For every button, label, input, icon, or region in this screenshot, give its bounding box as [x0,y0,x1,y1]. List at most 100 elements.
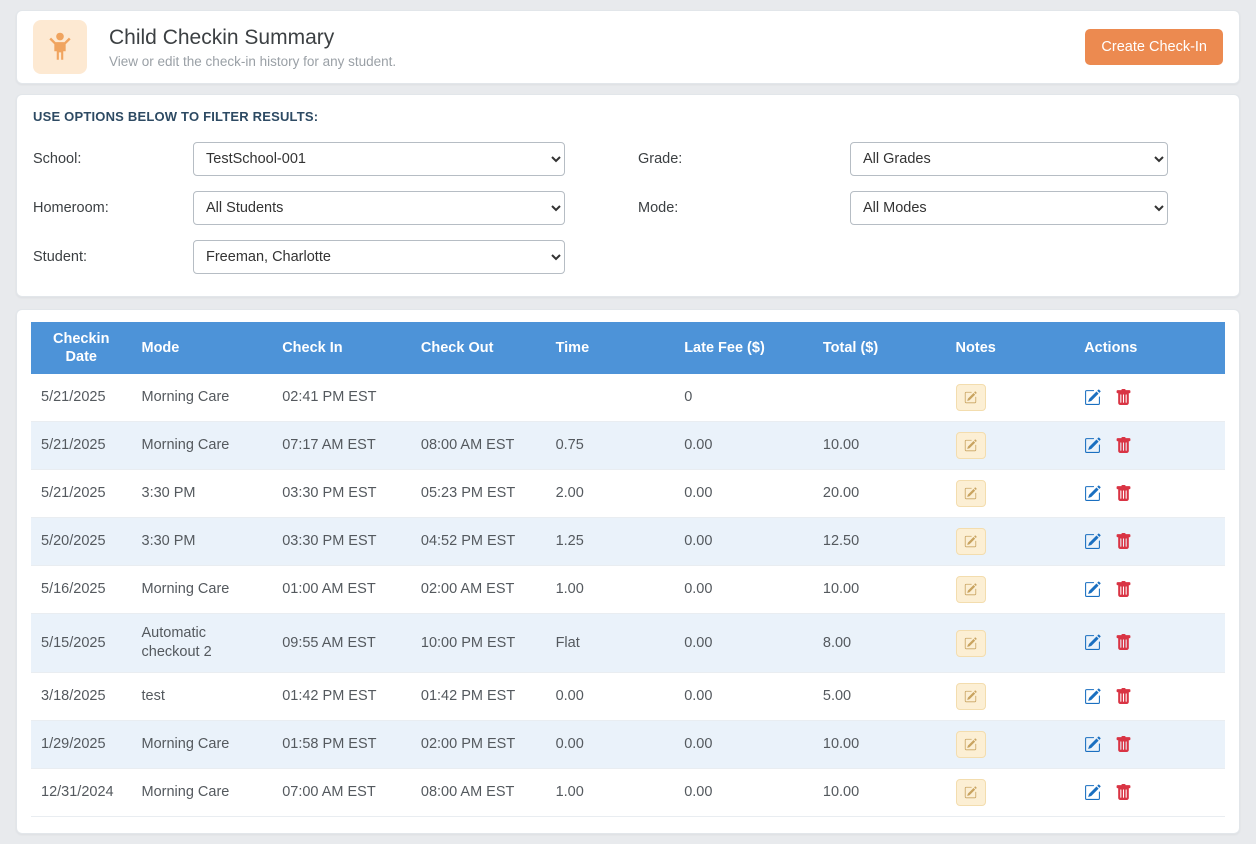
delete-button[interactable] [1115,634,1132,651]
edit-button[interactable] [1084,389,1101,406]
check-out-cell: 02:00 AM EST [411,566,546,614]
pencil-square-icon [964,487,977,500]
column-header-total: Total ($) [813,322,946,374]
table-row: 5/20/20253:30 PM03:30 PM EST04:52 PM EST… [31,518,1225,566]
actions-cell [1074,374,1225,422]
trash-icon [1115,581,1132,598]
check-out-cell: 08:00 AM EST [411,422,546,470]
page-title: Child Checkin Summary [109,26,396,50]
trash-icon [1115,389,1132,406]
grade-select[interactable]: All Grades [850,142,1168,176]
notes-cell [946,720,1075,768]
edit-button[interactable] [1084,437,1101,454]
mode-cell: test [132,672,273,720]
actions-cell [1074,566,1225,614]
edit-button[interactable] [1084,634,1101,651]
page-subtitle: View or edit the check-in history for an… [109,54,396,69]
trash-icon [1115,784,1132,801]
late-fee-cell: 0.00 [674,470,813,518]
filter-card: USE OPTIONS BELOW TO FILTER RESULTS: Sch… [16,94,1240,297]
notes-button[interactable] [956,432,986,459]
late-fee-cell: 0.00 [674,614,813,673]
check-out-cell: 10:00 PM EST [411,614,546,673]
late-fee-cell: 0.00 [674,566,813,614]
notes-cell [946,470,1075,518]
edit-button[interactable] [1084,688,1101,705]
edit-pencil-icon [1084,581,1101,598]
table-row: 5/16/2025Morning Care01:00 AM EST02:00 A… [31,566,1225,614]
actions-cell [1074,518,1225,566]
filter-row-student: Student: Freeman, Charlotte [33,240,618,274]
delete-button[interactable] [1115,389,1132,406]
actions-cell [1074,422,1225,470]
edit-button[interactable] [1084,784,1101,801]
delete-button[interactable] [1115,784,1132,801]
column-header-checkin-date: Checkin Date [31,322,132,374]
notes-button[interactable] [956,384,986,411]
mode-cell: 3:30 PM [132,518,273,566]
check-in-cell: 07:00 AM EST [272,768,411,816]
total-cell: 20.00 [813,470,946,518]
total-cell: 5.00 [813,672,946,720]
edit-pencil-icon [1084,533,1101,550]
notes-button[interactable] [956,731,986,758]
delete-button[interactable] [1115,688,1132,705]
actions-cell [1074,470,1225,518]
delete-button[interactable] [1115,736,1132,753]
edit-button[interactable] [1084,485,1101,502]
total-cell: 12.50 [813,518,946,566]
school-select[interactable]: TestSchool-001 [193,142,565,176]
total-cell: 8.00 [813,614,946,673]
notes-button[interactable] [956,630,986,657]
check-in-cell: 01:58 PM EST [272,720,411,768]
delete-button[interactable] [1115,437,1132,454]
student-label: Student: [33,249,193,265]
edit-button[interactable] [1084,736,1101,753]
table-row: 3/18/2025test01:42 PM EST01:42 PM EST0.0… [31,672,1225,720]
mode-cell: Morning Care [132,768,273,816]
child-icon-box [33,20,87,74]
delete-button[interactable] [1115,533,1132,550]
column-header-time: Time [546,322,675,374]
edit-pencil-icon [1084,784,1101,801]
checkin-date-cell: 5/21/2025 [31,470,132,518]
homeroom-select[interactable]: All Students [193,191,565,225]
notes-button[interactable] [956,480,986,507]
mode-cell: Morning Care [132,720,273,768]
notes-button[interactable] [956,779,986,806]
table-row: 5/21/2025Morning Care07:17 AM EST08:00 A… [31,422,1225,470]
table-row: 5/15/2025Automatic checkout 209:55 AM ES… [31,614,1225,673]
checkin-date-cell: 12/31/2024 [31,768,132,816]
edit-pencil-icon [1084,688,1101,705]
column-header-late-fee: Late Fee ($) [674,322,813,374]
page: Child Checkin Summary View or edit the c… [0,0,1256,844]
notes-button[interactable] [956,683,986,710]
header-text: Child Checkin Summary View or edit the c… [109,26,396,69]
edit-button[interactable] [1084,581,1101,598]
checkin-date-cell: 1/29/2025 [31,720,132,768]
check-out-cell: 01:42 PM EST [411,672,546,720]
edit-button[interactable] [1084,533,1101,550]
mode-cell: Morning Care [132,566,273,614]
notes-cell [946,566,1075,614]
mode-cell: Morning Care [132,422,273,470]
actions-cell [1074,768,1225,816]
notes-cell [946,518,1075,566]
time-cell: 0.00 [546,720,675,768]
check-out-cell: 08:00 AM EST [411,768,546,816]
check-out-cell: 02:00 PM EST [411,720,546,768]
check-in-cell: 01:00 AM EST [272,566,411,614]
delete-button[interactable] [1115,485,1132,502]
check-out-cell: 04:52 PM EST [411,518,546,566]
trash-icon [1115,485,1132,502]
notes-button[interactable] [956,576,986,603]
total-cell: 10.00 [813,566,946,614]
grade-label: Grade: [638,151,850,167]
student-select[interactable]: Freeman, Charlotte [193,240,565,274]
create-checkin-button[interactable]: Create Check-In [1085,29,1223,65]
trash-icon [1115,437,1132,454]
time-cell: 0.75 [546,422,675,470]
mode-select[interactable]: All Modes [850,191,1168,225]
notes-button[interactable] [956,528,986,555]
delete-button[interactable] [1115,581,1132,598]
